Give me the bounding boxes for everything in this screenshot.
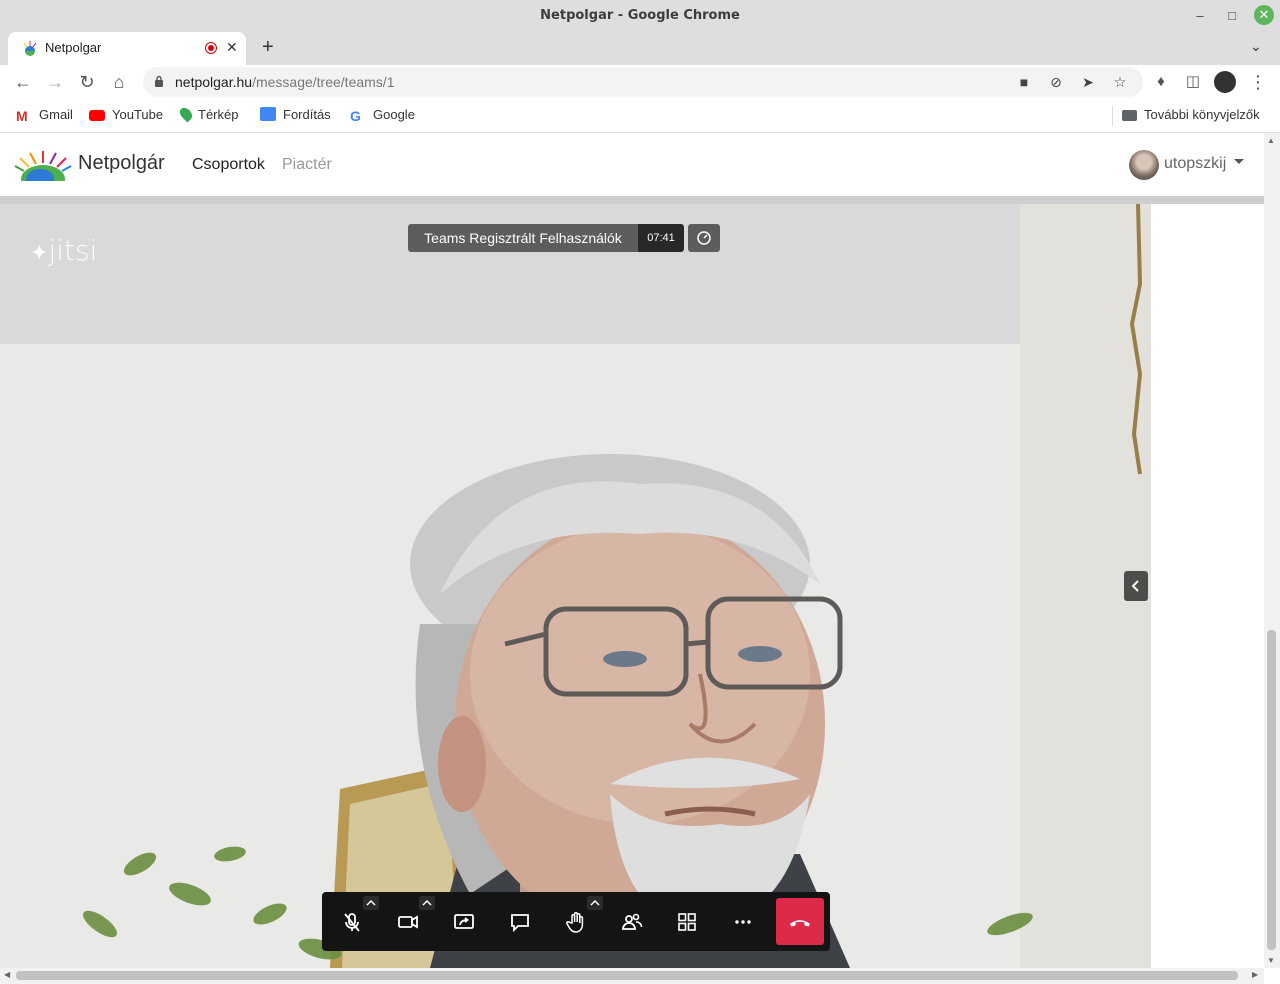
bookmark-label: Térkép — [198, 107, 239, 122]
recording-dot-icon — [205, 42, 217, 54]
chrome-menu-icon[interactable]: ⋮ — [1247, 71, 1269, 93]
bookmark-label: Gmail — [39, 107, 73, 122]
horizontal-scroll-thumb[interactable] — [16, 971, 1238, 980]
window-title: Netpolgar - Google Chrome — [540, 8, 740, 23]
minimize-icon[interactable]: – — [1190, 6, 1210, 26]
chat-button[interactable] — [504, 906, 536, 938]
video-settings-chevron-icon[interactable] — [419, 896, 435, 910]
translate-icon — [260, 107, 276, 121]
bookmark-gmail[interactable]: M Gmail — [16, 107, 73, 124]
home-icon[interactable]: ⌂ — [108, 71, 130, 93]
bookmark-google[interactable]: G Google — [350, 107, 415, 124]
tab-search-chevron-icon[interactable]: ⌄ — [1250, 38, 1262, 55]
tracking-blocked-icon[interactable]: ⊘ — [1047, 74, 1065, 91]
tab-netpolgar[interactable]: Netpolgar ✕ — [8, 32, 246, 65]
nav-market-link[interactable]: Piactér — [282, 156, 332, 174]
bookmark-label: Fordítás — [283, 107, 331, 122]
side-panel-icon[interactable]: ◫ — [1182, 71, 1204, 93]
more-dots-icon — [735, 920, 751, 924]
maps-icon — [177, 105, 195, 123]
conference-timer: 07:41 — [638, 224, 684, 252]
youtube-icon — [89, 110, 105, 121]
reactions-chevron-icon[interactable] — [587, 896, 603, 910]
forward-icon[interactable]: → — [44, 71, 66, 93]
scroll-up-arrow-icon[interactable]: ▲ — [1267, 136, 1275, 145]
user-menu-name[interactable]: utopszkij — [1164, 155, 1226, 173]
nav-groups-link[interactable]: Csoportok — [192, 156, 265, 174]
folder-icon — [1122, 110, 1137, 121]
bookmark-star-icon[interactable]: ☆ — [1111, 74, 1129, 91]
room-name-label: Teams Regisztrált Felhasználók — [408, 224, 638, 252]
tab-title: Netpolgar — [45, 40, 102, 55]
bookmarks-divider — [1112, 106, 1113, 126]
site-brand[interactable]: Netpolgár — [78, 152, 165, 175]
other-bookmarks-label: További könyvjelzők — [1144, 107, 1260, 122]
microphone-muted-icon — [344, 913, 360, 932]
netpolgar-logo-icon[interactable] — [14, 149, 72, 181]
reload-icon[interactable]: ↻ — [76, 71, 98, 93]
connection-stats-button[interactable] — [688, 224, 720, 252]
camera-in-use-icon[interactable]: ■ — [1015, 74, 1033, 90]
microphone-toggle-button[interactable] — [336, 906, 368, 938]
profile-avatar-icon[interactable] — [1214, 71, 1236, 93]
scroll-left-arrow-icon[interactable]: ◀ — [4, 970, 10, 979]
bookmark-translate[interactable]: Fordítás — [260, 107, 331, 122]
filmstrip-toggle-button[interactable] — [1124, 571, 1148, 601]
right-blank-panel — [1151, 204, 1264, 968]
google-icon: G — [350, 108, 361, 124]
scroll-right-arrow-icon[interactable]: ▶ — [1252, 970, 1258, 979]
remote-video[interactable] — [0, 204, 1151, 968]
back-icon[interactable]: ← — [12, 71, 34, 93]
bookmark-maps[interactable]: Térkép — [177, 105, 239, 123]
scroll-down-arrow-icon[interactable]: ▼ — [1267, 956, 1275, 965]
tile-view-button[interactable] — [671, 906, 703, 938]
participants-button[interactable] — [616, 906, 648, 938]
camera-toggle-button[interactable] — [392, 906, 424, 938]
screen-share-icon — [454, 914, 474, 929]
bookmark-youtube[interactable]: YouTube — [89, 107, 163, 122]
bookmark-label: Google — [373, 107, 415, 122]
jitsi-logo-icon: ✦ — [30, 241, 49, 266]
new-tab-icon[interactable]: + — [262, 36, 274, 59]
other-bookmarks[interactable]: További könyvjelzők — [1122, 107, 1260, 122]
audio-settings-chevron-icon[interactable] — [363, 896, 379, 910]
hangup-phone-icon — [790, 920, 810, 927]
netpolgar-favicon-icon — [23, 41, 37, 56]
video-camera-icon — [398, 915, 418, 929]
maximize-icon[interactable]: □ — [1222, 6, 1242, 26]
close-window-icon[interactable]: ✕ — [1254, 5, 1274, 25]
vertical-scroll-thumb[interactable] — [1267, 630, 1276, 950]
jitsi-watermark[interactable]: ✦jitsi — [30, 234, 97, 267]
url-text: netpolgar.hu/message/tree/teams/1 — [175, 74, 394, 90]
raise-hand-icon — [566, 912, 584, 933]
user-avatar[interactable] — [1129, 150, 1159, 180]
raise-hand-button[interactable] — [560, 906, 592, 938]
address-bar[interactable]: netpolgar.hu/message/tree/teams/1 ■ ⊘ ➤ … — [143, 67, 1143, 97]
user-menu-caret-icon[interactable] — [1234, 159, 1244, 164]
close-tab-icon[interactable]: ✕ — [226, 39, 238, 56]
send-to-device-icon[interactable]: ➤ — [1079, 74, 1097, 91]
site-navbar: Netpolgár Csoportok Piactér utopszkij — [0, 133, 1264, 196]
gauge-icon — [697, 231, 711, 245]
screen-share-button[interactable] — [448, 906, 480, 938]
participants-icon — [622, 913, 643, 930]
chat-icon — [511, 914, 529, 933]
url-path: /message/tree/teams/1 — [252, 74, 395, 90]
window-titlebar: Netpolgar - Google Chrome – □ ✕ — [0, 0, 1280, 31]
lock-icon — [155, 75, 163, 87]
hangup-button[interactable] — [776, 898, 824, 945]
meeting-toolbox — [322, 892, 830, 951]
more-actions-button[interactable] — [727, 906, 759, 938]
extensions-icon[interactable]: ♦ — [1150, 71, 1172, 93]
bookmarks-bar: M Gmail YouTube Térkép Fordítás G Google T… — [0, 99, 1280, 133]
tile-view-icon — [678, 913, 696, 931]
participant-video-feed — [0, 204, 1151, 968]
jitsi-logo-text: jitsi — [48, 234, 98, 267]
chevron-left-icon — [1131, 580, 1139, 592]
gmail-icon: M — [16, 108, 28, 124]
url-host: netpolgar.hu — [175, 74, 253, 90]
navbar-divider — [0, 196, 1264, 204]
bookmark-label: YouTube — [112, 107, 164, 122]
